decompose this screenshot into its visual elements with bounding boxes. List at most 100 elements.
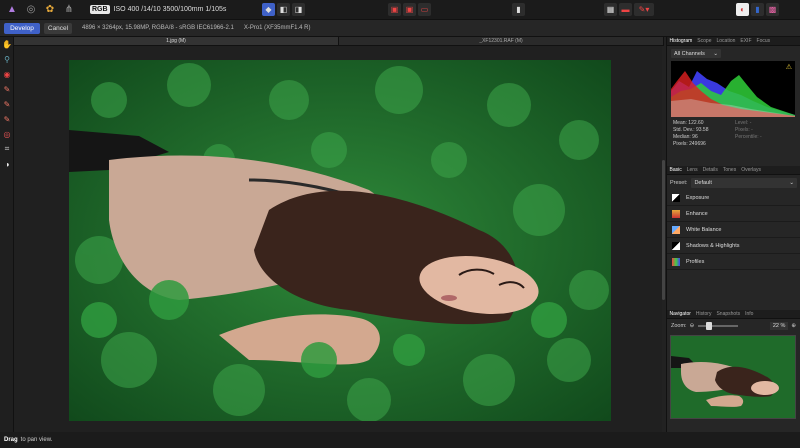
clipped-shadows-icon[interactable]: ▣ <box>403 3 416 16</box>
zoom-out-icon[interactable]: ⊖ <box>690 323 695 329</box>
preset-row: Preset: Default ⌄ <box>670 177 797 188</box>
crop-tool-icon[interactable]: ⌗ <box>0 142 14 156</box>
exif-summary: ISO 400 /14/10 3500/100mm 1/105s <box>113 6 227 13</box>
brush-tool-icon[interactable]: ✎ <box>0 82 14 96</box>
canvas-area[interactable] <box>14 46 662 432</box>
stat-level: Level: - <box>735 120 752 126</box>
tools-panel: ✋ ⚲ ◉ ✎ ✎ ✎ ◎ ⌗ ◑ <box>0 37 14 432</box>
stat-mean: Mean: 122.60 <box>673 120 704 126</box>
preset-dropdown[interactable]: Default ⌄ <box>691 177 797 188</box>
white-balance-tool-icon[interactable]: ◑ <box>0 157 14 171</box>
adjustment-profiles[interactable]: Profiles <box>667 254 800 270</box>
adjustment-shadows-highlights[interactable]: Shadows & Highlights <box>667 238 800 254</box>
tab-scope[interactable]: Scope <box>695 38 714 44</box>
tab-snapshots[interactable]: Snapshots <box>714 311 743 317</box>
panel-toggle-icon[interactable]: ▮ <box>751 3 764 16</box>
camera-info: X-Pro1 (XF35mmF1.4 R) <box>243 25 311 31</box>
right-panel: Histogram Scope Location EXIF Focus All … <box>666 37 800 432</box>
overlay-tools-group: ▣ ▣ ▭ <box>388 3 431 16</box>
grid-icon[interactable]: ▦ <box>604 3 617 16</box>
navigator-tabs: Navigator History Snapshots Info <box>667 310 800 319</box>
tab-history[interactable]: History <box>693 311 714 317</box>
tab-details[interactable]: Details <box>700 167 720 173</box>
context-toolbar: Develop Cancel 4896 × 3264px, 15.98MP, R… <box>0 20 800 37</box>
assistant-icon[interactable]: ▮ <box>512 3 525 16</box>
stat-median: Median: 96 <box>673 134 698 140</box>
histogram-tabs: Histogram Scope Location EXIF Focus <box>667 37 800 46</box>
navigator-thumbnail[interactable] <box>670 335 796 419</box>
status-action: Drag <box>4 437 18 443</box>
tab-overlays[interactable]: Overlays <box>739 167 764 173</box>
adjustment-exposure[interactable]: Exposure <box>667 190 800 206</box>
before-after-icon[interactable]: ◐ <box>736 3 749 16</box>
output-group: ▦ ▬ ✎▾ <box>604 3 654 16</box>
vertical-scrollbar[interactable] <box>662 160 665 300</box>
status-bar: Drag to pan view. <box>0 432 800 448</box>
shadows-highlights-icon <box>672 241 680 250</box>
liquify-persona-icon[interactable]: ◎ <box>24 3 38 17</box>
stat-pixels-right: Pixels: - <box>735 127 753 133</box>
clipped-tones-icon[interactable]: ▭ <box>418 3 431 16</box>
adjustment-label: White Balance <box>686 226 722 233</box>
tab-histogram[interactable]: Histogram <box>667 38 695 44</box>
zoom-in-icon[interactable]: ⊕ <box>791 323 796 329</box>
preset-value: Default <box>694 179 712 186</box>
tab-basic[interactable]: Basic <box>667 167 684 173</box>
tab-navigator[interactable]: Navigator <box>667 311 693 317</box>
stat-percentile: Percentile: - <box>735 134 762 140</box>
tab-info[interactable]: Info <box>743 311 756 317</box>
output-format-icon[interactable]: ▬ <box>619 3 632 16</box>
studio-preset-icon[interactable]: ▩ <box>766 3 779 16</box>
view-mode-group: ◆ ◧ ◨ <box>262 3 305 16</box>
warning-icon: ⚠ <box>785 64 792 71</box>
profiles-icon <box>672 257 680 266</box>
stat-stddev: Std. Dev.: 93.58 <box>673 127 709 133</box>
chevron-down-icon: ⌄ <box>713 50 718 57</box>
white-balance-icon <box>672 225 680 234</box>
view-split-icon[interactable]: ◧ <box>277 3 290 16</box>
share-icon[interactable]: ⋔ <box>62 3 76 17</box>
tab-document-1[interactable]: 1.jpg (M) <box>14 37 339 45</box>
affinity-photo-icon[interactable]: ▲ <box>5 3 19 17</box>
zoom-tool-icon[interactable]: ⚲ <box>0 52 14 66</box>
adjustment-enhance[interactable]: Enhance <box>667 206 800 222</box>
adjustment-label: Enhance <box>686 210 708 217</box>
red-eye-tool-icon[interactable]: ◉ <box>0 67 14 81</box>
app-window: ▲ ◎ ✿ ⋔ RGB ISO 400 /14/10 3500/100mm 1/… <box>0 0 800 448</box>
enhance-icon <box>672 209 680 218</box>
top-toolbar: ▲ ◎ ✿ ⋔ RGB ISO 400 /14/10 3500/100mm 1/… <box>0 0 800 20</box>
color-mode-badge: RGB <box>90 5 110 14</box>
zoom-slider[interactable] <box>698 321 739 330</box>
channels-dropdown[interactable]: All Channels ⌄ <box>671 49 721 58</box>
zoom-label: Zoom: <box>671 322 687 329</box>
histogram-graph: ⚠ <box>671 61 795 117</box>
tab-lens[interactable]: Lens <box>684 167 700 173</box>
clipped-highlights-icon[interactable]: ▣ <box>388 3 401 16</box>
gradient-tool-icon[interactable]: ◎ <box>0 127 14 141</box>
tab-focus[interactable]: Focus <box>754 38 773 44</box>
hand-tool-icon[interactable]: ✋ <box>0 37 14 51</box>
color-picker-icon[interactable]: ✎▾ <box>634 3 654 16</box>
zoom-value[interactable]: 22 % <box>769 321 789 330</box>
view-mirror-icon[interactable]: ◨ <box>292 3 305 16</box>
stat-pixels: Pixels: 249696 <box>673 141 706 147</box>
overlay-brush-icon[interactable]: ✎ <box>0 112 14 126</box>
studio-group: ◐ ▮ ▩ <box>736 3 779 16</box>
histogram-stats: Mean: 122.60 Level: - Std. Dev.: 93.58 P… <box>673 120 794 148</box>
adjustment-white-balance[interactable]: White Balance <box>667 222 800 238</box>
assistant-group: ▮ <box>512 3 525 16</box>
channels-value: All Channels <box>674 50 705 57</box>
cancel-button[interactable]: Cancel <box>44 22 72 34</box>
tab-location[interactable]: Location <box>714 38 738 44</box>
develop-persona-icon[interactable]: ✿ <box>43 3 57 17</box>
status-text: to pan view. <box>20 437 53 443</box>
tab-exif[interactable]: EXIF <box>738 38 754 44</box>
view-single-icon[interactable]: ◆ <box>262 3 275 16</box>
tab-tones[interactable]: Tones <box>720 167 738 173</box>
exposure-icon <box>672 193 680 202</box>
blemish-tool-icon[interactable]: ✎ <box>0 97 14 111</box>
adjustment-label: Exposure <box>686 194 710 201</box>
zoom-slider-handle[interactable] <box>706 321 713 330</box>
develop-button[interactable]: Develop <box>4 22 40 34</box>
tab-document-2[interactable]: _XF12301.RAF (M) <box>339 37 664 45</box>
